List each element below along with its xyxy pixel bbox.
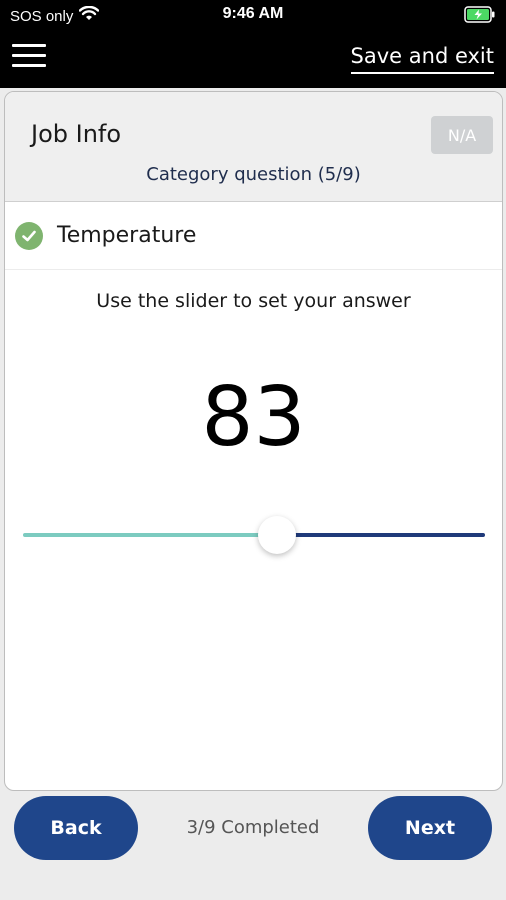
slider-track-remaining [277, 533, 485, 537]
top-bar: SOS only 9:46 AM Save and exit [0, 0, 506, 88]
save-and-exit-button[interactable]: Save and exit [350, 44, 494, 74]
instruction-text: Use the slider to set your answer [96, 290, 411, 312]
slider-thumb[interactable] [258, 516, 297, 554]
next-button[interactable]: Next [368, 796, 492, 860]
na-button[interactable]: N/A [431, 116, 493, 154]
slider-value: 83 [201, 370, 306, 465]
question-label: Temperature [57, 223, 197, 248]
card-header: Job Info N/A Category question (5/9) [5, 92, 502, 202]
question-card: Job Info N/A Category question (5/9) Tem… [4, 91, 503, 791]
answer-slider[interactable] [23, 514, 485, 554]
page-title: Job Info [31, 120, 122, 148]
clock: 9:46 AM [222, 5, 284, 22]
battery-icon [464, 6, 496, 23]
slider-track-filled [23, 533, 278, 537]
category-label: Category question (5/9) [146, 164, 361, 185]
hamburger-menu-icon[interactable] [12, 44, 48, 70]
question-row: Temperature [5, 202, 502, 270]
check-circle-icon [15, 221, 43, 250]
